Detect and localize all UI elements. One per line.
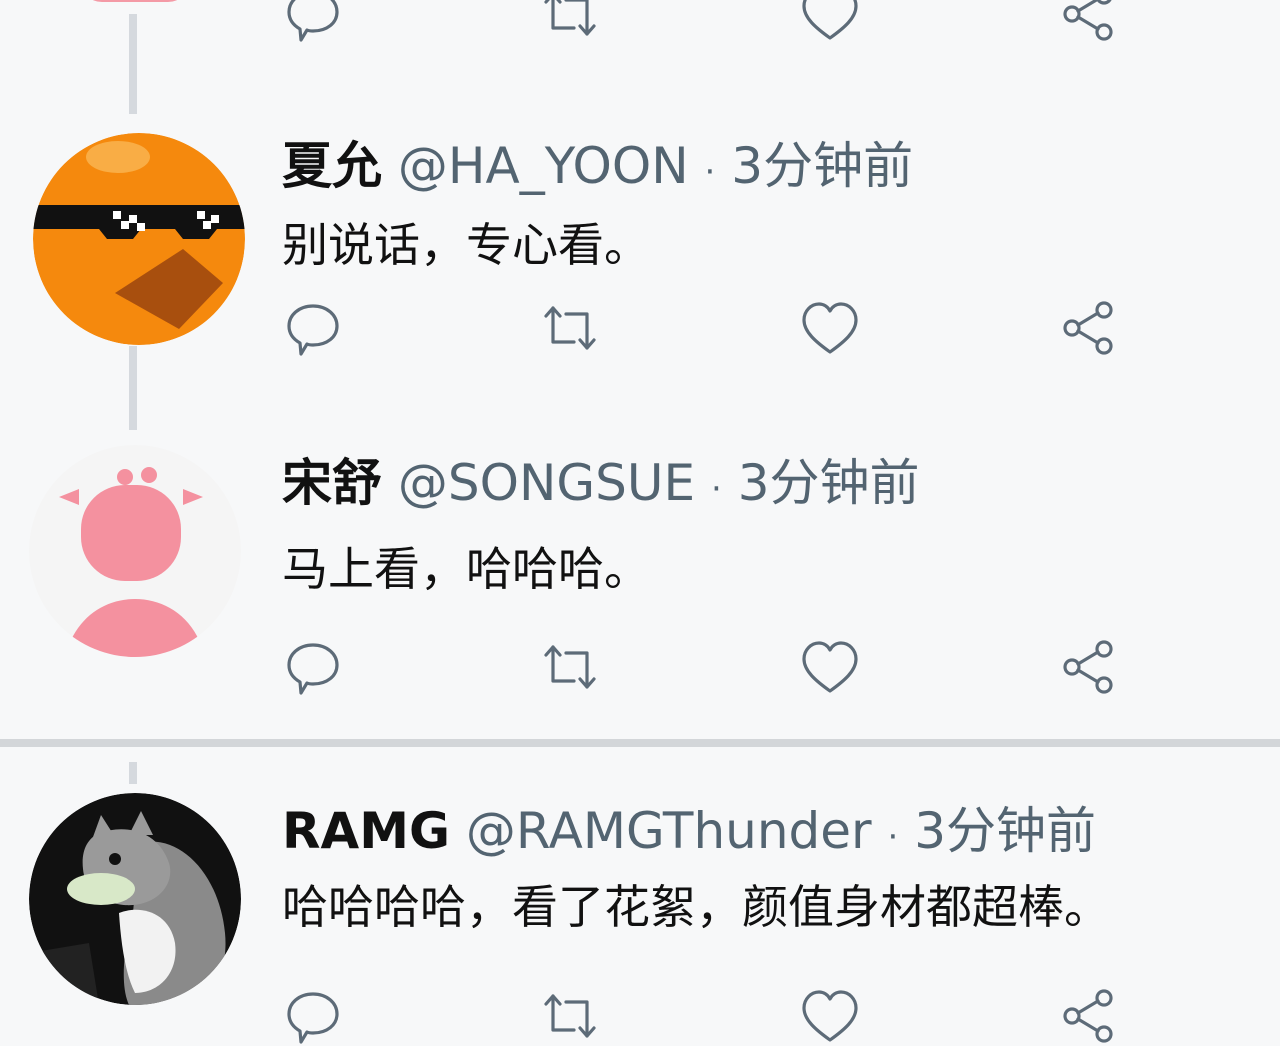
timestamp[interactable]: 3分钟前 xyxy=(738,454,920,512)
share-button[interactable] xyxy=(1058,986,1118,1046)
share-icon xyxy=(1063,640,1113,694)
avatar[interactable] xyxy=(33,133,245,345)
retweet-button[interactable] xyxy=(540,0,600,44)
like-button[interactable] xyxy=(800,637,860,697)
tweet-text: 别说话，专心看。 xyxy=(282,218,650,272)
avatar[interactable] xyxy=(29,445,241,657)
like-icon xyxy=(802,302,858,354)
user-handle[interactable]: @RAMGThunder xyxy=(466,802,872,860)
squirrel-avatar xyxy=(29,793,241,1005)
display-name[interactable]: 宋舒 xyxy=(282,454,382,512)
share-icon xyxy=(1063,989,1113,1043)
reply-icon xyxy=(287,643,339,695)
display-name[interactable]: 夏允 xyxy=(282,137,382,195)
tweet-text: 哈哈哈哈，看了花絮，颜值身材都超棒。 xyxy=(282,880,1110,934)
tweet-header: 夏允 @HA_YOON · 3分钟前 xyxy=(282,141,913,191)
avatar[interactable] xyxy=(29,793,241,1005)
retweet-button[interactable] xyxy=(540,986,600,1046)
share-button[interactable] xyxy=(1058,0,1118,44)
sunglasses-duck-avatar xyxy=(33,133,245,345)
thread-line xyxy=(129,762,137,784)
tweet-header: RAMG @RAMGThunder · 3分钟前 xyxy=(282,806,1096,856)
timestamp[interactable]: 3分钟前 xyxy=(731,137,913,195)
retweet-icon xyxy=(544,994,596,1038)
reply-icon xyxy=(287,304,339,356)
like-icon xyxy=(802,0,858,40)
user-handle[interactable]: @SONGSUE xyxy=(398,454,695,512)
retweet-button[interactable] xyxy=(540,298,600,358)
reply-button[interactable] xyxy=(283,0,343,44)
tweet-header: 宋舒 @SONGSUE · 3分钟前 xyxy=(282,458,920,508)
user-handle[interactable]: @HA_YOON xyxy=(398,137,689,195)
share-icon xyxy=(1063,301,1113,355)
share-button[interactable] xyxy=(1058,298,1118,358)
timestamp[interactable]: 3分钟前 xyxy=(914,802,1096,860)
separator: · xyxy=(887,817,899,857)
thread-divider xyxy=(0,739,1280,747)
like-button[interactable] xyxy=(800,0,860,44)
reply-button[interactable] xyxy=(283,637,343,697)
pink-character-avatar xyxy=(29,445,241,657)
share-icon xyxy=(1063,0,1113,41)
display-name[interactable]: RAMG xyxy=(282,802,450,860)
retweet-icon xyxy=(544,645,596,689)
avatar[interactable] xyxy=(80,0,190,2)
retweet-icon xyxy=(544,306,596,350)
like-icon xyxy=(802,990,858,1042)
tweet-text: 马上看，哈哈哈。 xyxy=(282,542,650,596)
separator: · xyxy=(704,152,716,192)
reply-icon xyxy=(287,0,339,42)
like-icon xyxy=(802,641,858,693)
retweet-icon xyxy=(544,0,596,36)
reply-button[interactable] xyxy=(283,298,343,358)
like-button[interactable] xyxy=(800,298,860,358)
reply-button[interactable] xyxy=(283,986,343,1046)
reply-icon xyxy=(287,992,339,1044)
share-button[interactable] xyxy=(1058,637,1118,697)
like-button[interactable] xyxy=(800,986,860,1046)
thread-line xyxy=(129,346,137,430)
separator: · xyxy=(710,469,722,509)
retweet-button[interactable] xyxy=(540,637,600,697)
thread-line xyxy=(129,14,137,114)
